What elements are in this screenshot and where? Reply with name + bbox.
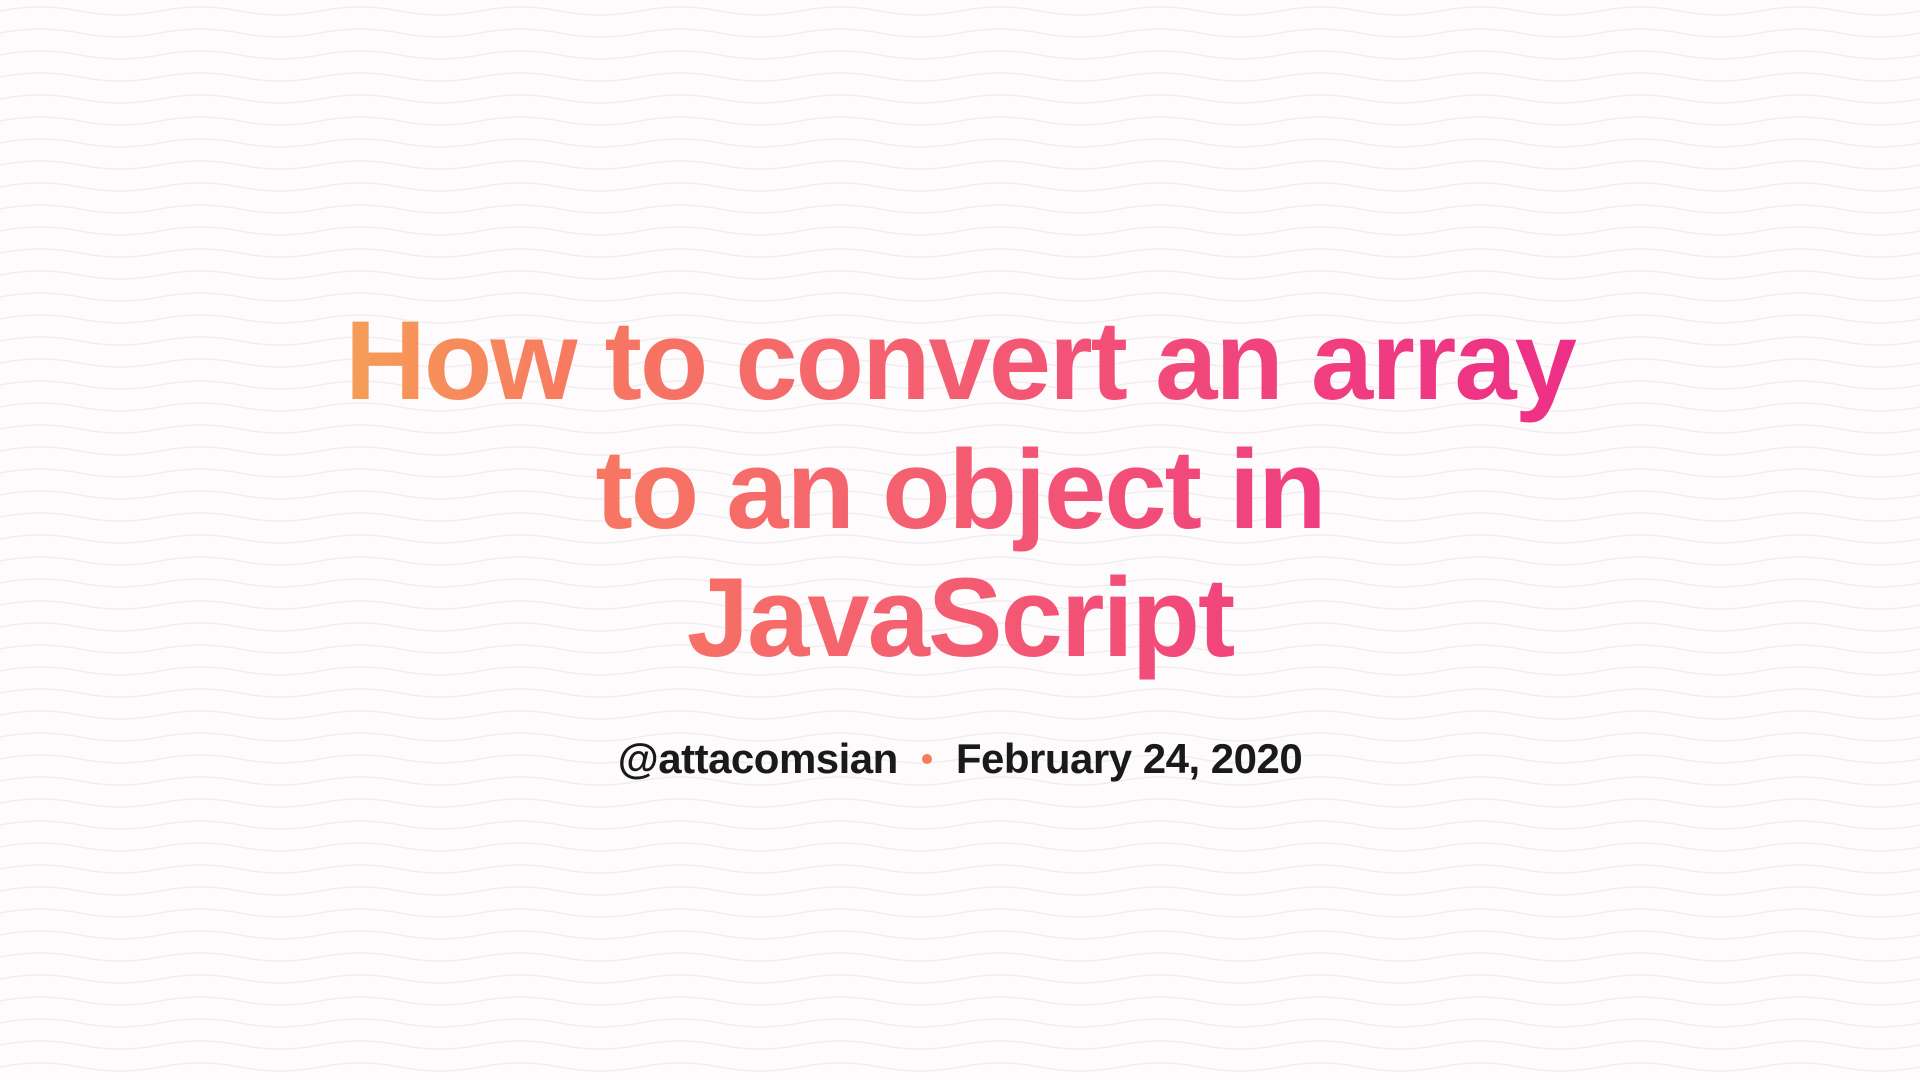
page-title: How to convert an array to an object in … xyxy=(320,297,1600,683)
content-container: How to convert an array to an object in … xyxy=(260,297,1660,783)
author-handle: @attacomsian xyxy=(618,735,898,783)
separator-dot-icon xyxy=(922,754,932,764)
meta-row: @attacomsian February 24, 2020 xyxy=(320,735,1600,783)
publish-date: February 24, 2020 xyxy=(956,735,1302,783)
